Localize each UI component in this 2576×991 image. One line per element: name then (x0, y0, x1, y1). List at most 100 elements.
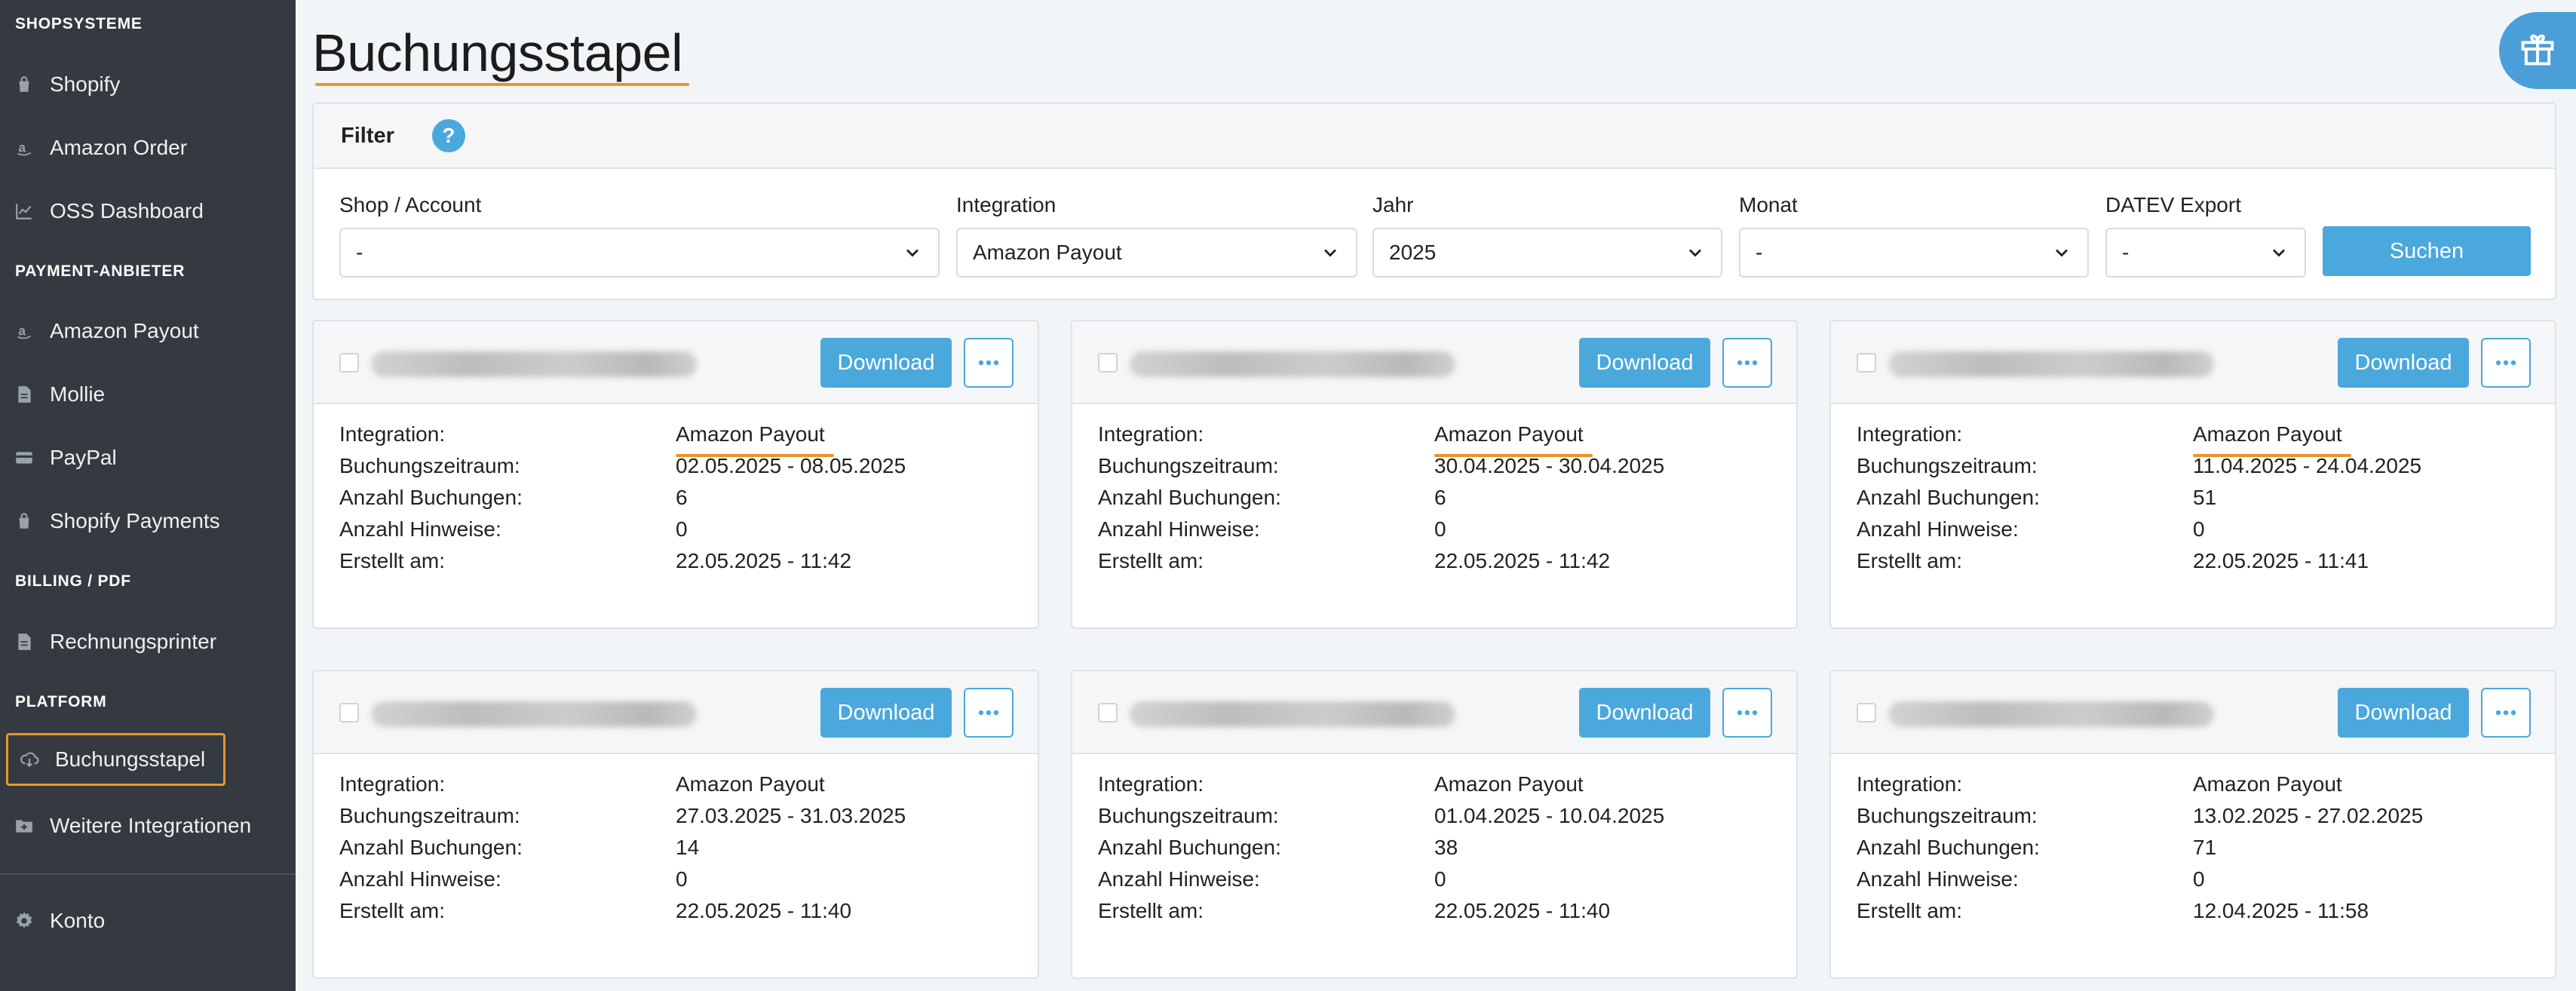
integration-select-value: Amazon Payout (973, 241, 1122, 264)
integration-label: Integration: (1098, 422, 1204, 446)
bookings-value: 51 (2193, 486, 2217, 509)
more-options-button[interactable] (964, 338, 1014, 388)
file-icon (14, 384, 35, 405)
download-button[interactable]: Download (1579, 688, 1710, 738)
detail-row-notes: Anzahl Hinweise: 0 (1857, 867, 2423, 899)
sidebar-item-weitere-integrationen[interactable]: Weitere Integrationen (14, 804, 251, 848)
sidebar-item-label: Mollie (50, 382, 106, 406)
detail-row-integration: Integration: Amazon Payout (1098, 772, 1664, 804)
amazon-icon: a (14, 321, 35, 342)
card-icon (14, 447, 35, 468)
chevron-down-icon (1689, 249, 1701, 257)
integration-value: Amazon Payout (2193, 772, 2342, 796)
sidebar-item-label: Shopify Payments (50, 509, 220, 532)
period-label: Buchungszeitraum: (1098, 454, 1279, 477)
created-value: 22.05.2025 - 11:42 (676, 549, 852, 572)
detail-row-integration: Integration: Amazon Payout (1857, 772, 2423, 804)
sidebar-item-oss-dashboard[interactable]: OSS Dashboard (14, 189, 204, 233)
sidebar-item-label: PayPal (50, 446, 117, 469)
bag-icon (14, 511, 35, 532)
more-options-button[interactable] (1722, 338, 1772, 388)
datev-select[interactable]: - (2105, 228, 2306, 278)
sidebar-item-paypal[interactable]: PayPal (14, 436, 117, 480)
help-icon[interactable]: ? (431, 119, 465, 152)
batch-card-header: Download (1072, 321, 1796, 404)
select-checkbox[interactable] (1857, 703, 1876, 723)
redacted-batch-name (1130, 701, 1455, 727)
download-button[interactable]: Download (820, 338, 952, 388)
gift-button[interactable] (2499, 12, 2576, 89)
notes-label: Anzahl Hinweise: (1098, 867, 1260, 891)
sidebar-item-shopify[interactable]: Shopify (14, 63, 120, 106)
download-button[interactable]: Download (820, 688, 952, 738)
more-options-button[interactable] (2481, 688, 2531, 738)
period-label: Buchungszeitraum: (339, 454, 520, 477)
more-options-button[interactable] (1722, 688, 1772, 738)
period-value: 01.04.2025 - 10.04.2025 (1434, 804, 1665, 827)
created-label: Erstellt am: (339, 899, 446, 922)
chart-icon (14, 201, 35, 222)
integration-value: Amazon Payout (1434, 422, 1593, 457)
download-button[interactable]: Download (2338, 338, 2469, 388)
folder-plus-icon (14, 815, 35, 836)
download-button[interactable]: Download (1579, 338, 1710, 388)
sidebar-item-amazon-order[interactable]: a Amazon Order (14, 126, 187, 170)
notes-value: 0 (1434, 867, 1446, 891)
gift-icon (2518, 29, 2557, 72)
bookings-label: Anzahl Buchungen: (1857, 836, 2040, 859)
period-label: Buchungszeitraum: (1857, 804, 2038, 827)
select-checkbox[interactable] (339, 703, 359, 723)
filter-month: Monat - (1739, 193, 2089, 278)
year-select-value: 2025 (1389, 241, 1437, 264)
created-value: 22.05.2025 - 11:41 (2193, 549, 2369, 572)
shop-select[interactable]: - (339, 228, 940, 278)
select-checkbox[interactable] (339, 353, 359, 373)
created-value: 22.05.2025 - 11:40 (1434, 899, 1611, 922)
more-options-button[interactable] (2481, 338, 2531, 388)
sidebar-item-buchungsstapel[interactable]: Buchungsstapel (6, 733, 226, 786)
sidebar-item-label: Amazon Order (50, 136, 188, 159)
year-select[interactable]: 2025 (1372, 228, 1722, 278)
more-options-button[interactable] (964, 688, 1014, 738)
month-label: Monat (1739, 193, 1798, 216)
notes-label: Anzahl Hinweise: (1098, 517, 1260, 541)
sidebar-item-shopify-payments[interactable]: Shopify Payments (14, 499, 220, 543)
integration-label: Integration: (339, 422, 446, 446)
bookings-label: Anzahl Buchungen: (339, 486, 523, 509)
period-value: 11.04.2025 - 24.04.2025 (2193, 454, 2422, 477)
sidebar-item-label: Shopify (50, 72, 121, 96)
redacted-batch-name (1888, 351, 2214, 377)
integration-label: Integration: (1098, 772, 1204, 796)
bookings-value: 71 (2193, 836, 2217, 859)
section-title-payment: PAYMENT-ANBIETER (15, 262, 186, 280)
select-checkbox[interactable] (1098, 353, 1118, 373)
detail-row-created: Erstellt am: 22.05.2025 - 11:42 (1098, 549, 1664, 581)
month-select[interactable]: - (1739, 228, 2089, 278)
sidebar-item-label: Amazon Payout (50, 319, 199, 342)
detail-row-notes: Anzahl Hinweise: 0 (339, 867, 906, 899)
notes-value: 0 (2193, 517, 2205, 541)
sidebar-item-konto[interactable]: Konto (14, 899, 105, 943)
ellipsis-icon (2495, 360, 2516, 366)
download-button[interactable]: Download (2338, 688, 2469, 738)
select-checkbox[interactable] (1098, 703, 1118, 723)
bookings-label: Anzahl Buchungen: (1098, 486, 1281, 509)
integration-select[interactable]: Amazon Payout (956, 228, 1357, 278)
datev-label: DATEV Export (2105, 193, 2241, 216)
notes-label: Anzahl Hinweise: (1857, 867, 2019, 891)
cloud-download-icon (19, 749, 40, 770)
redacted-batch-name (371, 351, 697, 377)
sidebar-item-label: OSS Dashboard (50, 199, 204, 222)
detail-row-bookings: Anzahl Buchungen: 6 (339, 486, 906, 517)
select-checkbox[interactable] (1857, 353, 1876, 373)
sidebar-item-amazon-payout[interactable]: a Amazon Payout (14, 309, 199, 353)
year-label: Jahr (1372, 193, 1414, 216)
filter-year: Jahr 2025 (1372, 193, 1722, 278)
sidebar-item-rechnungsprinter[interactable]: Rechnungsprinter (14, 620, 216, 664)
shop-select-value: - (356, 241, 363, 264)
search-button[interactable]: Suchen (2323, 226, 2531, 276)
detail-row-notes: Anzahl Hinweise: 0 (1098, 517, 1664, 549)
page-title: Buchungsstapel (312, 23, 683, 82)
integration-value: Amazon Payout (676, 772, 825, 796)
sidebar-item-mollie[interactable]: Mollie (14, 373, 105, 416)
